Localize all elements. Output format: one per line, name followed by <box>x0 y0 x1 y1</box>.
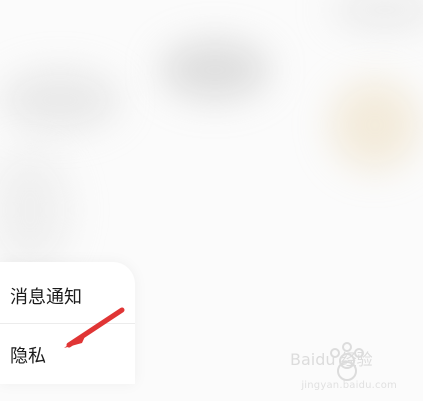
watermark-logo-text: Baidu 经验 <box>290 350 373 369</box>
blurred-blob <box>0 70 120 130</box>
blurred-blob <box>330 80 420 170</box>
menu-item-notifications[interactable]: 消息通知 <box>0 267 135 325</box>
blurred-blob <box>330 0 423 30</box>
settings-menu-card: 消息通知 隐私 <box>0 262 135 384</box>
menu-item-label: 消息通知 <box>10 287 82 308</box>
menu-item-label: 隐私 <box>10 346 46 367</box>
blurred-blob <box>160 40 270 100</box>
menu-item-privacy[interactable]: 隐私 <box>0 326 135 384</box>
blurred-blob <box>0 150 70 270</box>
watermark-domain: jingyan.baidu.com <box>301 380 397 391</box>
divider <box>0 323 135 324</box>
baidu-watermark: Baidu 经验 jingyan.baidu.com <box>285 337 405 391</box>
